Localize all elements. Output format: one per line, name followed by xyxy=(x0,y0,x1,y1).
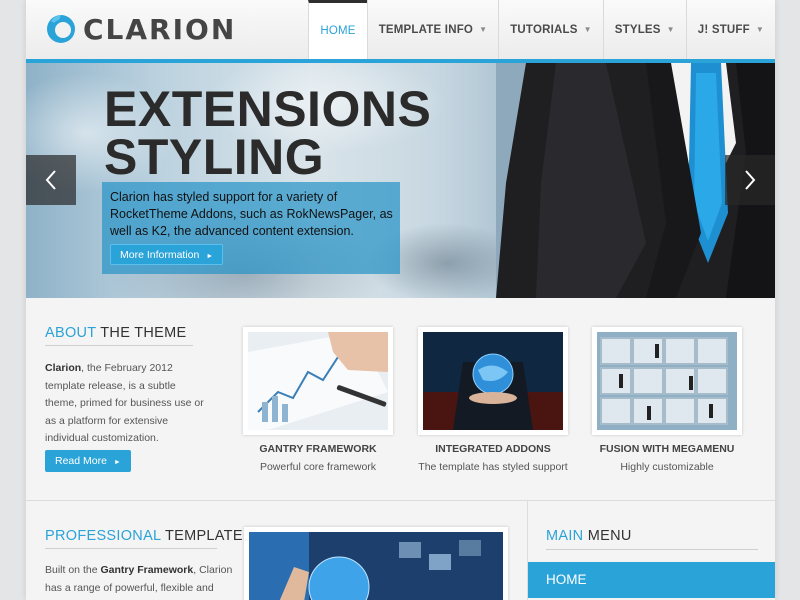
feature-image-link[interactable] xyxy=(592,327,742,435)
chart-document-image xyxy=(248,332,388,430)
professional-heading: PROFESSIONAL TEMPLATE xyxy=(45,528,243,544)
globe-network-image xyxy=(249,532,503,600)
professional-text: Built on the Gantry Framework, Clarion h… xyxy=(45,562,235,600)
heading-divider xyxy=(546,549,758,550)
main-menu-heading-rest: MENU xyxy=(583,528,632,544)
main-menu-module: MAIN MENU HOME xyxy=(527,501,775,600)
about-heading: ABOUT THE THEME xyxy=(45,325,187,341)
feature-integrated-addons: INTEGRATED ADDONS The template has style… xyxy=(418,327,568,473)
about-heading-rest: THE THEME xyxy=(96,325,187,341)
main-nav: HOME TEMPLATE INFO ▼ TUTORIALS ▼ STYLES … xyxy=(308,0,775,59)
more-information-button[interactable]: More Information ► xyxy=(110,244,224,265)
feature-gantry-framework: GANTRY FRAMEWORK Powerful core framework xyxy=(243,327,393,473)
nav-item-template-info[interactable]: TEMPLATE INFO ▼ xyxy=(366,0,499,59)
clarion-logo-icon xyxy=(47,15,75,43)
feature-title: GANTRY FRAMEWORK xyxy=(259,443,377,455)
about-text: Clarion, the February 2012 template rele… xyxy=(45,360,205,448)
feature-image-link[interactable] xyxy=(243,327,393,435)
menu-item-label: HOME xyxy=(546,572,587,587)
main-menu-heading: MAIN MENU xyxy=(546,528,632,544)
slider-prev-button[interactable] xyxy=(26,155,76,205)
slider-next-button[interactable] xyxy=(725,155,775,205)
chevron-down-icon: ▼ xyxy=(666,25,675,34)
chevron-right-icon xyxy=(745,170,756,190)
showcase-slider: EXTENSIONS STYLING Clarion has styled su… xyxy=(26,63,775,298)
slide-title: EXTENSIONS STYLING xyxy=(104,81,432,185)
heading-divider xyxy=(45,548,217,549)
chevron-down-icon: ▼ xyxy=(755,25,764,34)
nav-item-label: TUTORIALS xyxy=(510,23,578,36)
professional-heading-accent: PROFESSIONAL xyxy=(45,528,161,544)
nav-item-label: STYLES xyxy=(614,23,661,36)
about-text-rest: , the February 2012 template release, is… xyxy=(45,362,204,444)
professional-text-prefix: Built on the xyxy=(45,564,101,576)
nav-item-label: J! STUFF xyxy=(697,23,750,36)
arrow-right-icon: ► xyxy=(113,459,121,466)
nav-item-home[interactable]: HOME xyxy=(308,0,367,59)
chevron-down-icon: ▼ xyxy=(479,25,488,34)
about-text-bold: Clarion xyxy=(45,362,82,374)
main-menu-item-home[interactable]: HOME xyxy=(528,562,775,598)
heading-divider xyxy=(45,345,193,346)
nav-item-tutorials[interactable]: TUTORIALS ▼ xyxy=(498,0,603,59)
button-label: Read More xyxy=(55,455,107,467)
feature-fusion-megamenu: FUSION WITH MEGAMENU Highly customizable xyxy=(592,327,742,473)
feature-title: FUSION WITH MEGAMENU xyxy=(599,443,735,455)
arrow-right-icon: ► xyxy=(206,253,214,260)
site-logo[interactable]: CLARION xyxy=(45,12,236,46)
feature-description: Powerful core framework xyxy=(259,461,377,473)
site-header: CLARION HOME TEMPLATE INFO ▼ TUTORIALS ▼… xyxy=(26,0,775,59)
slide-title-line2: STYLING xyxy=(104,129,325,185)
page: CLARION HOME TEMPLATE INFO ▼ TUTORIALS ▼… xyxy=(26,0,775,600)
nav-item-label: TEMPLATE INFO xyxy=(378,23,474,36)
professional-text-bold: Gantry Framework xyxy=(100,564,194,576)
nav-item-label: HOME xyxy=(320,25,356,37)
professional-heading-rest: TEMPLATE xyxy=(160,528,243,544)
feature-description: Highly customizable xyxy=(620,461,714,473)
chevron-left-icon xyxy=(45,170,56,190)
feature-title: INTEGRATED ADDONS xyxy=(435,443,551,455)
chevron-down-icon: ▼ xyxy=(583,25,592,34)
feature-image-link[interactable] xyxy=(418,327,568,435)
cube-shelves-image xyxy=(597,332,737,430)
slide-caption: Clarion has styled support for a variety… xyxy=(102,182,400,274)
feature-description: The template has styled support xyxy=(418,461,568,473)
read-more-button[interactable]: Read More ► xyxy=(45,450,131,472)
professional-image xyxy=(244,527,508,600)
nav-item-j-stuff[interactable]: J! STUFF ▼ xyxy=(685,0,775,59)
slide-description: Clarion has styled support for a variety… xyxy=(110,190,393,238)
button-label: More Information xyxy=(120,249,200,261)
globe-hands-image xyxy=(423,332,563,430)
about-heading-accent: ABOUT xyxy=(45,325,97,341)
slide-title-line1: EXTENSIONS xyxy=(104,81,432,137)
main-menu-heading-accent: MAIN xyxy=(546,528,584,544)
nav-item-styles[interactable]: STYLES ▼ xyxy=(602,0,686,59)
logo-text: CLARION xyxy=(83,12,237,46)
